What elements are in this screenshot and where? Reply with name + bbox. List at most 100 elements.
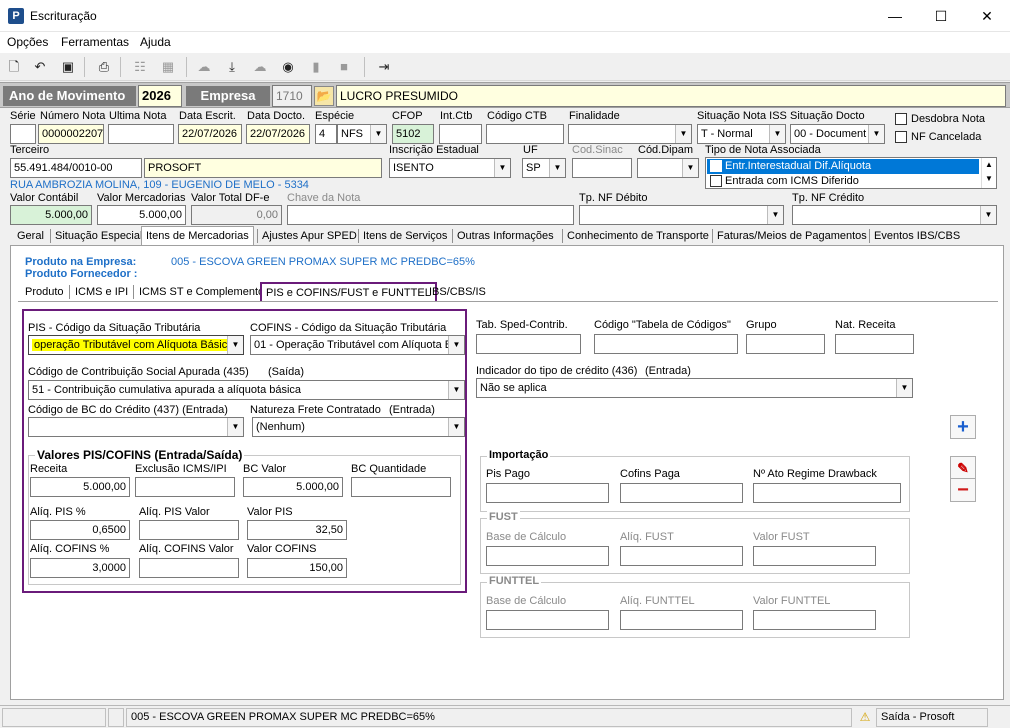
tab-situacao-especial[interactable]: Situação Especial	[50, 226, 147, 246]
tab-sped-contrib-field[interactable]	[476, 334, 581, 354]
tree-icon[interactable]: ☷	[130, 57, 150, 77]
tab-eventos-ibs-cbs[interactable]: Eventos IBS/CBS	[869, 226, 965, 246]
tab-itens-servicos[interactable]: Itens de Serviços	[358, 226, 452, 246]
tab-produto[interactable]: Produto	[20, 282, 69, 302]
uf-select[interactable]: SP ▼	[522, 158, 566, 178]
ano-movimento-field[interactable]: 2026	[138, 85, 182, 107]
nf-cancelada-checkbox[interactable]	[895, 131, 907, 143]
tp-nf-debito-select[interactable]: ▼	[579, 205, 784, 225]
list-item[interactable]: Entr.Interestadual Dif.Alíquota	[707, 159, 979, 174]
list-scrollbar[interactable]: ▲ ▼	[981, 158, 996, 188]
chave-nota-field[interactable]	[287, 205, 574, 225]
numero-nota-field[interactable]: 0000002207	[38, 124, 104, 144]
tab-ajustes-apur-sped[interactable]: Ajustes Apur SPED	[257, 226, 362, 246]
pis-pago-field[interactable]	[486, 483, 609, 503]
aliq-cofins-valor-field[interactable]	[139, 558, 239, 578]
new-document-icon[interactable]: 🗋	[4, 57, 24, 77]
valor-total-dfe-field[interactable]: 0,00	[191, 205, 282, 225]
codigo-ctb-field[interactable]	[486, 124, 564, 144]
inscricao-estadual-select[interactable]: ISENTO ▼	[389, 158, 511, 178]
finalidade-select[interactable]: ▼	[568, 124, 692, 144]
indicador-credito-select[interactable]: Não se aplica ▼	[476, 378, 913, 398]
tab-ibs-cbs-is[interactable]: IBS/CBS/IS	[424, 282, 491, 302]
cst-cofins-select[interactable]: 01 - Operação Tributável com Alíquota B ▼	[250, 335, 465, 355]
receita-field[interactable]: 5.000,00	[30, 477, 130, 497]
menu-opcoes[interactable]: Opções	[7, 35, 48, 49]
save-icon[interactable]: ▣	[58, 57, 78, 77]
tab-pis-cofins-fust-funttel[interactable]: PIS e COFINS/FUST e FUNTTEL	[260, 282, 437, 302]
print-preview-icon[interactable]: ⎙	[94, 57, 114, 77]
list-item[interactable]: Entrada com ICMS Diferido	[707, 174, 979, 189]
tab-icms-ipi[interactable]: ICMS e IPI	[70, 282, 133, 302]
bc-valor-field[interactable]: 5.000,00	[243, 477, 343, 497]
maximize-button[interactable]: ☐	[918, 0, 964, 32]
cod-dipam-select[interactable]: ▼	[637, 158, 699, 178]
ato-drawback-field[interactable]	[753, 483, 901, 503]
tipo-nota-associada-list[interactable]: Entr.Interestadual Dif.Alíquota Entrada …	[705, 157, 997, 189]
menu-ajuda[interactable]: Ajuda	[140, 35, 171, 49]
calculator-icon[interactable]: ▦	[158, 57, 178, 77]
int-ctb-field[interactable]	[439, 124, 482, 144]
bc-credito-select[interactable]: ▼	[28, 417, 244, 437]
aliq-pis-field[interactable]: 0,6500	[30, 520, 130, 540]
tab-conhecimento-transporte[interactable]: Conhecimento de Transporte	[562, 226, 714, 246]
ultima-nota-field[interactable]	[108, 124, 174, 144]
aliq-cofins-field[interactable]: 3,0000	[30, 558, 130, 578]
grupo-field[interactable]	[746, 334, 825, 354]
funttel-aliq-field[interactable]	[620, 610, 743, 630]
menu-ferramentas[interactable]: Ferramentas	[61, 35, 129, 49]
especie-num-field[interactable]: 4	[315, 124, 337, 144]
tp-nf-credito-select[interactable]: ▼	[792, 205, 997, 225]
minimize-button[interactable]: —	[872, 0, 918, 32]
edit-item-button[interactable]: ✎	[950, 456, 976, 480]
tab-itens-mercadorias[interactable]: Itens de Mercadorias	[141, 226, 254, 246]
remove-item-button[interactable]: −	[950, 478, 976, 502]
cst-pis-select[interactable]: operação Tributável com Alíquota Básica ▼	[28, 335, 244, 355]
codigo-tabela-field[interactable]	[594, 334, 738, 354]
fust-valor-field[interactable]	[753, 546, 876, 566]
empresa-code-field[interactable]: 1710	[272, 85, 312, 107]
especie-select[interactable]: NFS ▼	[337, 124, 387, 144]
bc-quantidade-field[interactable]	[351, 477, 451, 497]
cfop-field[interactable]: 5102	[392, 124, 434, 144]
cod-sinac-field[interactable]	[572, 158, 632, 178]
funttel-base-field[interactable]	[486, 610, 609, 630]
data-escrit-field[interactable]: 22/07/2026	[178, 124, 242, 144]
nat-receita-field[interactable]	[835, 334, 914, 354]
upload-cloud-icon[interactable]: ☁	[250, 57, 270, 77]
undo-icon[interactable]: ↶	[30, 57, 50, 77]
situacao-iss-select[interactable]: T - Normal ▼	[697, 124, 786, 144]
open-folder-icon[interactable]: 📂	[314, 86, 334, 106]
add-item-button[interactable]: +	[950, 415, 976, 439]
tab-geral[interactable]: Geral	[12, 226, 49, 246]
contribuicao-social-select[interactable]: 51 - Contribuição cumulativa apurada a a…	[28, 380, 465, 400]
funttel-valor-field[interactable]	[753, 610, 876, 630]
exclusao-icms-ipi-field[interactable]	[135, 477, 235, 497]
valor-cofins-field[interactable]: 150,00	[247, 558, 347, 578]
valor-pis-field[interactable]: 32,50	[247, 520, 347, 540]
checkbox-icon[interactable]	[710, 160, 722, 172]
checkbox-icon[interactable]	[710, 175, 722, 187]
serie-field[interactable]	[10, 124, 36, 144]
download-icon[interactable]: ⤓	[222, 57, 242, 77]
exit-door-icon[interactable]: ⇥	[374, 57, 394, 77]
fust-base-field[interactable]	[486, 546, 609, 566]
panel-icon[interactable]: ▮	[306, 57, 326, 77]
tab-faturas-meios-pagamento[interactable]: Faturas/Meios de Pagamentos	[712, 226, 872, 246]
desdobra-nota-checkbox[interactable]	[895, 113, 907, 125]
tab-outras-informacoes[interactable]: Outras Informações	[452, 226, 559, 246]
valor-mercadorias-field[interactable]: 5.000,00	[97, 205, 186, 225]
fust-aliq-field[interactable]	[620, 546, 743, 566]
tab-icms-st-complemento[interactable]: ICMS ST e Complemento	[134, 282, 269, 302]
cib-icon[interactable]: ◉	[278, 57, 298, 77]
data-docto-field[interactable]: 22/07/2026	[246, 124, 310, 144]
square-icon[interactable]: ■	[334, 57, 354, 77]
valor-contabil-field[interactable]: 5.000,00	[10, 205, 92, 225]
natureza-frete-select[interactable]: (Nenhum) ▼	[252, 417, 465, 437]
terceiro-cnpj-field[interactable]: 55.491.484/0010-00	[10, 158, 142, 178]
close-button[interactable]: ✕	[964, 0, 1010, 32]
situacao-docto-select[interactable]: 00 - Document ▼	[790, 124, 885, 144]
aliq-pis-valor-field[interactable]	[139, 520, 239, 540]
cloud-icon[interactable]: ☁	[194, 57, 214, 77]
cofins-paga-field[interactable]	[620, 483, 743, 503]
